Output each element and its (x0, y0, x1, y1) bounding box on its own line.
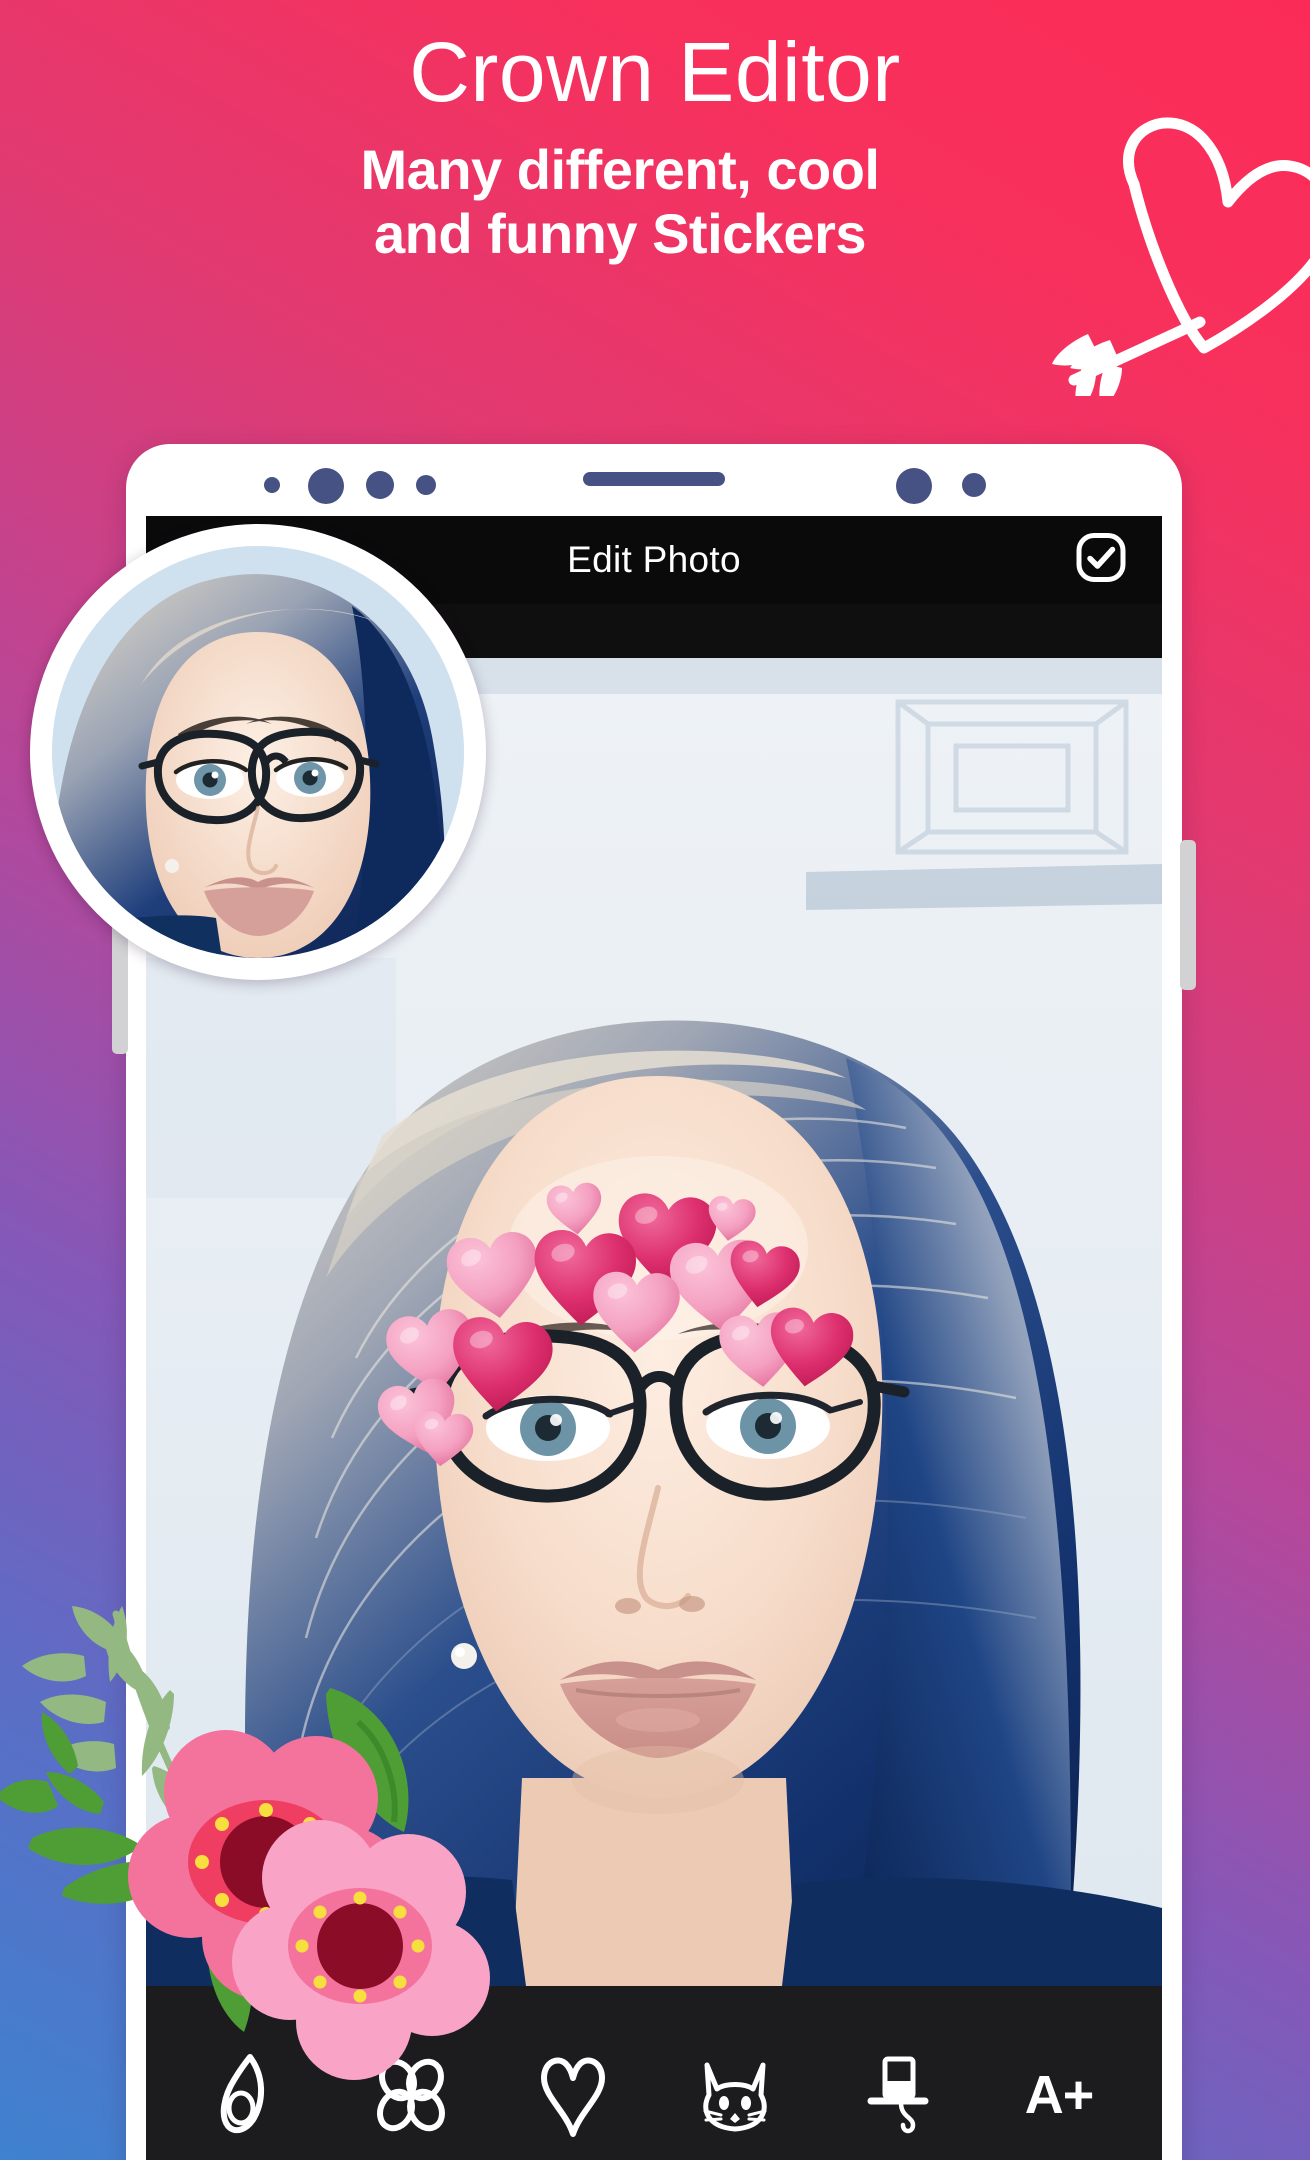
tool-animal[interactable] (675, 2040, 795, 2150)
sensor-dot-4 (896, 468, 932, 504)
before-photo-thumbnail[interactable] (30, 524, 486, 980)
promo-header: Crown Editor Many different, cool and fu… (0, 0, 1310, 266)
sensor-dot-3 (416, 475, 436, 495)
phone-top-bezel (126, 444, 1182, 516)
app-title: Crown Editor (409, 25, 901, 119)
tagline-line-1: Many different, cool (360, 138, 880, 202)
tool-text-label: A+ (1024, 2065, 1095, 2125)
avatar-portrait (52, 546, 464, 958)
confirm-button[interactable] (1074, 531, 1128, 590)
sensor-dot-5 (962, 473, 986, 497)
sensor-dot-1 (264, 477, 280, 493)
heart-icon (541, 2057, 605, 2137)
tagline-line-2: and funny Stickers (373, 202, 867, 266)
hat-icon (867, 2056, 929, 2134)
promo-tagline: Many different, cool and funny Stickers (0, 138, 1310, 266)
tool-heart[interactable] (513, 2040, 633, 2150)
page-title: Edit Photo (567, 539, 741, 580)
sensor-dot-2 (366, 471, 394, 499)
tool-hat[interactable] (837, 2040, 957, 2150)
earpiece-speaker (583, 472, 725, 486)
cat-face-icon (703, 2062, 767, 2132)
power-button[interactable] (1180, 840, 1196, 990)
flower-bouquet-icon (0, 1606, 490, 2080)
check-circle-icon (1076, 533, 1126, 582)
front-camera-icon (308, 468, 344, 504)
avatar (52, 546, 464, 958)
tool-text[interactable]: A+ (999, 2040, 1119, 2150)
flower-secondary (232, 1820, 490, 2080)
